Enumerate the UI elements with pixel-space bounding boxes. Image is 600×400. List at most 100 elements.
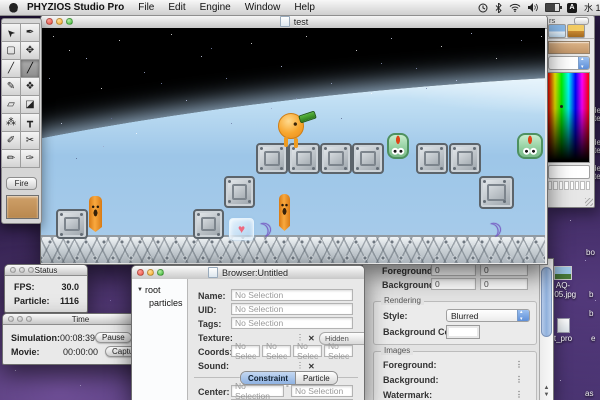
swatch-size-dropdown[interactable] bbox=[548, 165, 590, 179]
disclosure-triangle-icon[interactable]: ▼ bbox=[137, 287, 143, 293]
hero-character[interactable] bbox=[278, 113, 304, 139]
pause-button[interactable]: Pause bbox=[95, 332, 132, 343]
name-field[interactable]: No Selection bbox=[231, 289, 353, 301]
coords-field-3[interactable]: No Selec bbox=[324, 345, 353, 357]
minimize-button[interactable] bbox=[56, 18, 63, 25]
close-button[interactable] bbox=[8, 316, 14, 322]
app-menu-title[interactable]: PHYZIOS Studio Pro bbox=[27, 2, 124, 13]
roller-tool[interactable]: ┳ bbox=[20, 113, 40, 132]
pencil-tool[interactable]: ✎ bbox=[1, 77, 21, 96]
zoom-button[interactable] bbox=[26, 316, 32, 322]
pen-tool[interactable]: ✒ bbox=[20, 23, 40, 42]
zoom-button[interactable] bbox=[28, 267, 34, 273]
resize-grip[interactable] bbox=[585, 198, 593, 206]
menu-engine[interactable]: Engine bbox=[200, 2, 231, 13]
scene-canvas[interactable]: ♥ bbox=[41, 28, 545, 263]
stepper-icon[interactable]: ⋮ bbox=[515, 391, 523, 399]
swatch-cell[interactable] bbox=[548, 181, 552, 190]
current-material-swatch[interactable] bbox=[6, 195, 39, 219]
swatch-cell[interactable] bbox=[586, 181, 590, 190]
color-spectrum[interactable] bbox=[547, 72, 590, 163]
purple-creature[interactable] bbox=[254, 221, 274, 240]
coords-field-0[interactable]: No Selec bbox=[231, 345, 260, 357]
minimize-button[interactable] bbox=[19, 267, 25, 273]
spray-tool[interactable]: ⁂ bbox=[1, 113, 21, 132]
bluetooth-icon[interactable] bbox=[495, 3, 502, 13]
palette-select-dropdown[interactable] bbox=[548, 56, 590, 70]
background-field-2[interactable]: 0 bbox=[480, 278, 528, 290]
center-y-field[interactable]: No Selection bbox=[291, 385, 353, 397]
clock-icon[interactable] bbox=[478, 3, 488, 13]
color-mode-image-button[interactable] bbox=[548, 24, 566, 38]
input-source-icon[interactable]: A bbox=[567, 3, 577, 13]
metal-block[interactable] bbox=[288, 143, 320, 174]
coords-field-2[interactable]: No Selec bbox=[293, 345, 322, 357]
metal-block[interactable] bbox=[416, 143, 448, 174]
scrollbar-arrows[interactable]: ▲▼ bbox=[541, 385, 552, 399]
zoom-button[interactable] bbox=[66, 18, 73, 25]
battery-icon[interactable] bbox=[545, 3, 560, 12]
metal-block[interactable] bbox=[56, 209, 88, 239]
foreground-field-1[interactable]: 0 bbox=[431, 264, 476, 276]
stamp-tool[interactable]: ❖ bbox=[20, 77, 40, 96]
clear-sound-icon[interactable]: ✕ bbox=[308, 362, 315, 371]
stepper-icon[interactable]: ⋮ bbox=[515, 376, 523, 384]
purple-creature[interactable] bbox=[484, 221, 500, 240]
properties-scrollbar[interactable]: ▲▼ bbox=[539, 259, 553, 400]
stepper-icon[interactable]: ⋮ bbox=[515, 361, 523, 369]
menu-file[interactable]: File bbox=[138, 2, 154, 13]
menu-window[interactable]: Window bbox=[245, 2, 281, 13]
metal-block[interactable] bbox=[352, 143, 384, 174]
marker-tool[interactable]: ✐ bbox=[1, 131, 21, 150]
browser-titlebar[interactable]: Browser:Untitled bbox=[132, 266, 364, 280]
tree-item-particles[interactable]: particles bbox=[149, 298, 183, 308]
metal-block[interactable] bbox=[193, 209, 224, 239]
line-thin-tool[interactable]: ╱ bbox=[1, 59, 21, 78]
metal-block[interactable] bbox=[479, 176, 514, 209]
scrollbar-thumb[interactable] bbox=[541, 267, 552, 337]
fire-button[interactable]: Fire bbox=[6, 177, 37, 190]
style-dropdown[interactable]: Blurred bbox=[446, 309, 530, 322]
close-button[interactable] bbox=[137, 269, 144, 276]
close-button[interactable] bbox=[10, 267, 16, 273]
main-window-titlebar[interactable]: test bbox=[41, 15, 547, 29]
swatch-cell[interactable] bbox=[570, 181, 574, 190]
line-tool[interactable]: ╱ bbox=[20, 59, 40, 78]
metal-block[interactable] bbox=[224, 176, 255, 208]
menu-edit[interactable]: Edit bbox=[168, 2, 185, 13]
metal-block[interactable] bbox=[320, 143, 352, 174]
quill-tool[interactable]: ✑ bbox=[20, 149, 40, 168]
color-mode-palette-button[interactable] bbox=[567, 24, 585, 38]
menu-help[interactable]: Help bbox=[294, 2, 315, 13]
move-tool[interactable]: ✥ bbox=[20, 41, 40, 60]
segment-particle[interactable]: Particle bbox=[296, 372, 337, 384]
bucket-tool[interactable]: ◪ bbox=[20, 95, 40, 114]
minimize-button[interactable] bbox=[17, 316, 23, 322]
ice-block-heart[interactable]: ♥ bbox=[229, 218, 254, 240]
uid-field[interactable]: No Selection bbox=[231, 303, 353, 315]
background-color-well[interactable] bbox=[446, 325, 480, 339]
swatch-cell[interactable] bbox=[559, 181, 563, 190]
eraser-tool[interactable]: ▱ bbox=[1, 95, 21, 114]
metal-floor[interactable] bbox=[41, 235, 545, 263]
tags-field[interactable]: No Selection bbox=[231, 317, 353, 329]
swatch-cell[interactable] bbox=[564, 181, 568, 190]
center-x-field[interactable]: No Selection bbox=[231, 385, 284, 397]
green-creature[interactable] bbox=[517, 133, 543, 159]
metal-block[interactable] bbox=[256, 143, 288, 174]
zoom-button[interactable] bbox=[157, 269, 164, 276]
wifi-icon[interactable] bbox=[509, 3, 521, 12]
scissors-tool[interactable]: ✂ bbox=[20, 131, 40, 150]
apple-menu-icon[interactable] bbox=[9, 3, 18, 13]
coords-field-1[interactable]: No Selec bbox=[262, 345, 291, 357]
green-creature[interactable] bbox=[387, 133, 409, 159]
status-titlebar[interactable]: Status bbox=[5, 265, 87, 276]
background-field-1[interactable]: 0 bbox=[431, 278, 476, 290]
swatch-cell[interactable] bbox=[553, 181, 557, 190]
metal-block[interactable] bbox=[449, 143, 481, 174]
tree-item-root[interactable]: ▼ root bbox=[137, 285, 160, 295]
pencil-soft-tool[interactable]: ✏ bbox=[1, 149, 21, 168]
volume-icon[interactable] bbox=[528, 3, 538, 12]
pencil-character[interactable] bbox=[279, 194, 290, 231]
close-button[interactable] bbox=[46, 18, 53, 25]
